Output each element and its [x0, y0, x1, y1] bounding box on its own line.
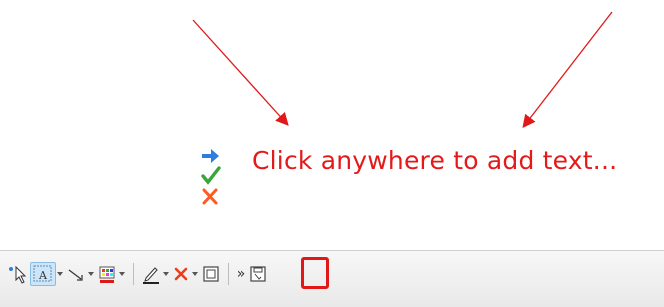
toolbar-separator: [133, 263, 134, 285]
chevron-down-icon: [119, 271, 125, 276]
pen-tool-button[interactable]: [140, 262, 162, 286]
select-tool-button[interactable]: [8, 262, 30, 286]
pointer-icon: [9, 265, 27, 284]
check-icon[interactable]: [201, 166, 221, 185]
text-editor-area[interactable]: Click anywhere to add text...: [196, 146, 656, 208]
delete-tool-button[interactable]: [171, 262, 191, 286]
color-tool-button[interactable]: [96, 262, 118, 286]
delete-tool-dropdown[interactable]: [191, 262, 200, 286]
text-tool-button[interactable]: A: [30, 262, 56, 286]
chevron-down-icon: [192, 271, 198, 276]
text-tool-dropdown[interactable]: [56, 262, 65, 286]
annotation-arrow-right: [522, 11, 613, 129]
line-tool-dropdown[interactable]: [87, 262, 96, 286]
overflow-label: »: [236, 266, 246, 282]
save-image-icon: [250, 266, 266, 282]
frame-tool-button[interactable]: [200, 262, 222, 286]
color-tool-dropdown[interactable]: [118, 262, 127, 286]
x-icon[interactable]: [202, 188, 218, 205]
text-frame-icon: A: [33, 265, 52, 282]
chevron-down-icon: [163, 271, 169, 276]
overflow-button[interactable]: »: [235, 262, 247, 286]
arrow-line-icon: [68, 269, 83, 281]
arrow-right-icon[interactable]: [202, 149, 219, 163]
svg-text:A: A: [38, 269, 48, 282]
inline-actions: [196, 146, 224, 208]
annotation-arrow-left: [192, 19, 289, 126]
line-tool-button[interactable]: [65, 262, 87, 286]
toolbar-separator: [228, 263, 229, 285]
image-frame-icon: [203, 266, 219, 282]
color-palette-icon: [99, 266, 115, 283]
pen-tool-dropdown[interactable]: [162, 262, 171, 286]
text-placeholder[interactable]: Click anywhere to add text...: [252, 146, 617, 175]
toolbar-items: A »: [8, 259, 269, 289]
save-image-tool-button[interactable]: [247, 262, 269, 286]
x-icon: [174, 267, 188, 281]
drawing-toolbar: A »: [0, 250, 664, 307]
chevron-down-icon: [88, 271, 94, 276]
highlight-box: [301, 257, 329, 289]
chevron-down-icon: [57, 271, 63, 276]
pen-icon: [143, 267, 159, 284]
